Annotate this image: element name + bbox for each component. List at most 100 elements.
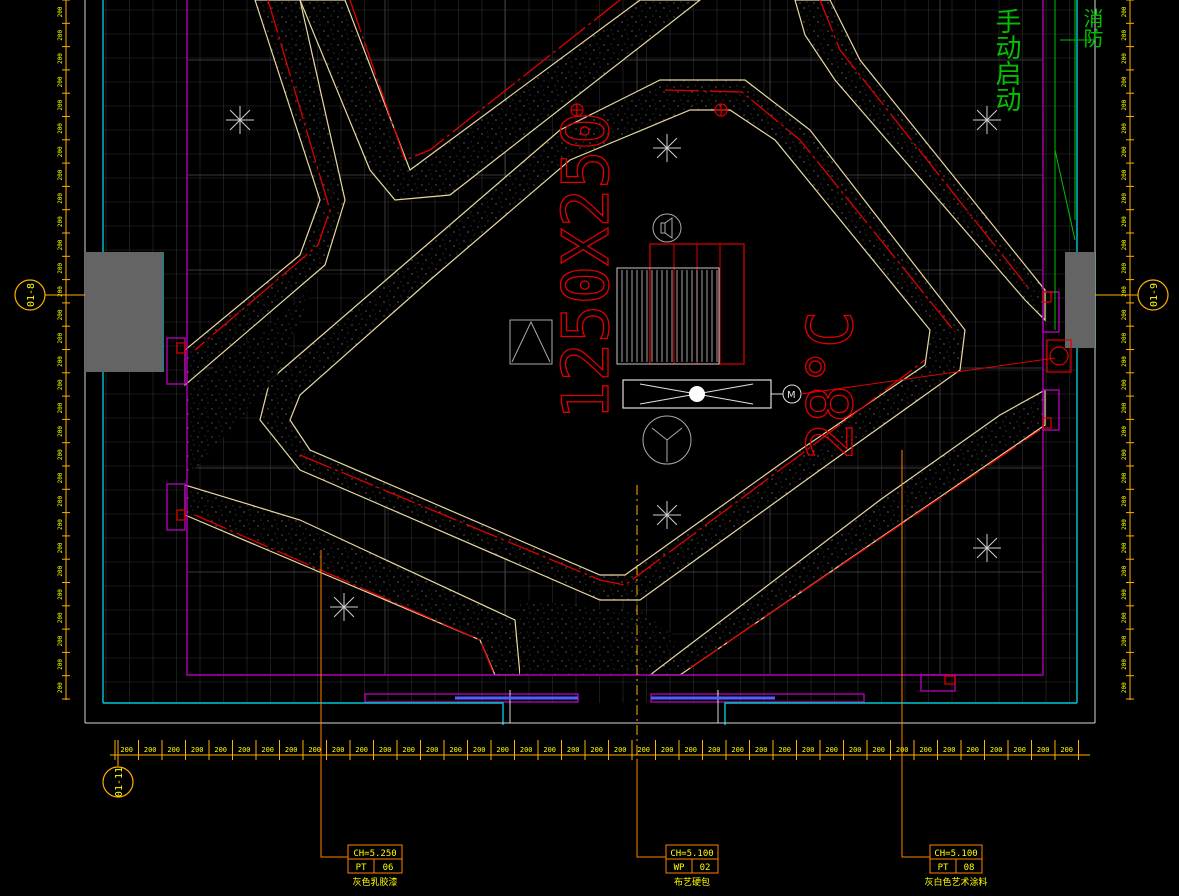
dimension-label: 200 bbox=[755, 746, 768, 754]
dimension-label: 200 bbox=[849, 746, 862, 754]
dimension-label: 200 bbox=[684, 746, 697, 754]
dimension-label: 200 bbox=[1121, 123, 1128, 134]
dimension-label: 200 bbox=[57, 426, 64, 437]
svg-text:01-8: 01-8 bbox=[26, 283, 37, 307]
dimension-label: 200 bbox=[57, 542, 64, 553]
dimension-label: 200 bbox=[614, 746, 627, 754]
dimension-label: 200 bbox=[191, 746, 204, 754]
svg-text:布艺硬包: 布艺硬包 bbox=[674, 876, 710, 888]
dimension-label: 200 bbox=[1121, 612, 1128, 623]
dimension-label: 200 bbox=[57, 309, 64, 320]
dimension-label: 200 bbox=[1121, 565, 1128, 576]
dimension-label: 200 bbox=[1121, 449, 1128, 460]
svg-text:灰色乳胶漆: 灰色乳胶漆 bbox=[352, 876, 397, 888]
svg-text:PT: PT bbox=[356, 863, 367, 873]
green-annotation-2: 消防 bbox=[1080, 8, 1104, 48]
dimension-label: 200 bbox=[1121, 169, 1128, 180]
svg-text:06: 06 bbox=[383, 863, 394, 873]
dimension-label: 200 bbox=[1121, 659, 1128, 670]
dimension-label: 200 bbox=[520, 746, 533, 754]
dimension-label: 200 bbox=[1121, 635, 1128, 646]
dimension-label: 200 bbox=[1121, 519, 1128, 530]
dimension-label: 200 bbox=[57, 379, 64, 390]
dimension-label: 200 bbox=[167, 746, 180, 754]
dimension-label: 200 bbox=[57, 332, 64, 343]
dimension-label: 200 bbox=[332, 746, 345, 754]
dimension-label: 200 bbox=[1121, 6, 1128, 17]
dimension-label: 200 bbox=[1121, 356, 1128, 367]
dimension-label: 200 bbox=[402, 746, 415, 754]
ceiling-tag-2: CH=5.100 WP 02 布艺硬包 bbox=[665, 844, 719, 888]
dimension-label: 200 bbox=[57, 402, 64, 413]
dimension-label: 200 bbox=[778, 746, 791, 754]
dimension-label: 200 bbox=[57, 29, 64, 40]
dimension-label: 200 bbox=[990, 746, 1003, 754]
dimension-label: 200 bbox=[496, 746, 509, 754]
dimension-label: 200 bbox=[449, 746, 462, 754]
dimension-label: 200 bbox=[1121, 472, 1128, 483]
dimension-label: 200 bbox=[57, 262, 64, 273]
dimension-label: 200 bbox=[1121, 379, 1128, 390]
dimension-label: 200 bbox=[426, 746, 439, 754]
dimension-label: 200 bbox=[57, 565, 64, 576]
dimension-label: 200 bbox=[57, 169, 64, 180]
svg-text:01-11: 01-11 bbox=[114, 767, 125, 797]
dimension-label: 200 bbox=[57, 356, 64, 367]
svg-text:CH=5.100: CH=5.100 bbox=[670, 849, 713, 859]
dimension-label: 200 bbox=[1121, 99, 1128, 110]
dimension-label: 200 bbox=[57, 76, 64, 87]
dimension-label: 200 bbox=[1121, 589, 1128, 600]
dimension-label: 200 bbox=[57, 216, 64, 227]
dimension-label: 200 bbox=[590, 746, 603, 754]
svg-text:CH=5.100: CH=5.100 bbox=[934, 849, 977, 859]
svg-text:01-9: 01-9 bbox=[1149, 283, 1160, 307]
axis-marker-left: 01-8 bbox=[14, 279, 85, 311]
ruler-bottom: 200 200 200 200 200 200 200 200 200 200 200 200 200 2… bbox=[110, 740, 1090, 760]
dimension-label: 200 bbox=[57, 239, 64, 250]
dimension-label: 200 bbox=[943, 746, 956, 754]
dimension-label: 200 bbox=[1121, 426, 1128, 437]
dimension-label: 200 bbox=[731, 746, 744, 754]
dimension-label: 200 bbox=[379, 746, 392, 754]
dimension-label: 200 bbox=[1013, 746, 1026, 754]
svg-text:WP: WP bbox=[674, 863, 685, 873]
dimension-label: 200 bbox=[1121, 76, 1128, 87]
svg-text:02: 02 bbox=[700, 863, 711, 873]
dimension-label: 200 bbox=[661, 746, 674, 754]
dimension-label: 200 bbox=[1121, 216, 1128, 227]
dimension-label: 200 bbox=[825, 746, 838, 754]
svg-text:PT: PT bbox=[938, 863, 949, 873]
dimension-label: 200 bbox=[57, 449, 64, 460]
dimension-label: 200 bbox=[285, 746, 298, 754]
temperature-label: 28°C bbox=[794, 311, 867, 460]
dimension-label: 200 bbox=[1037, 746, 1050, 754]
svg-text:CH=5.250: CH=5.250 bbox=[353, 849, 396, 859]
dimension-label: 200 bbox=[238, 746, 251, 754]
dimension-label: 200 bbox=[261, 746, 274, 754]
svg-text:08: 08 bbox=[964, 863, 975, 873]
dimension-label: 200 bbox=[1121, 682, 1128, 693]
ruler-right: 200 200 200 200 200 200 200 200 200 200 200 200 200 2… bbox=[1121, 0, 1134, 700]
dimension-label: 200 bbox=[57, 472, 64, 483]
dimension-label: 200 bbox=[1060, 746, 1073, 754]
dimension-label: 200 bbox=[57, 495, 64, 506]
dimension-label: 200 bbox=[802, 746, 815, 754]
dimension-label: 200 bbox=[57, 53, 64, 64]
strip-bottom-centre-fill bbox=[520, 600, 680, 675]
dimension-label: 200 bbox=[919, 746, 932, 754]
column-left bbox=[85, 252, 163, 372]
dimension-label: 200 bbox=[57, 519, 64, 530]
dimension-label: 200 bbox=[567, 746, 580, 754]
dimension-label: 200 bbox=[144, 746, 157, 754]
dimension-label: 200 bbox=[543, 746, 556, 754]
cad-floor-plan: 手动启动 消防 M 1250X250 28°C 2002002002002002… bbox=[14, 0, 1169, 888]
dimension-label: 200 bbox=[214, 746, 227, 754]
axis-marker-right: 01-9 bbox=[1095, 279, 1169, 311]
dimension-label: 200 bbox=[1121, 239, 1128, 250]
dimension-label: 200 bbox=[57, 612, 64, 623]
dimension-label: 200 bbox=[1121, 146, 1128, 157]
dimension-label: 200 bbox=[308, 746, 321, 754]
dimension-label: 200 bbox=[1121, 262, 1128, 273]
svg-text:灰白色艺术涂料: 灰白色艺术涂料 bbox=[924, 876, 987, 888]
ceiling-tag-3: CH=5.100 PT 08 灰白色艺术涂料 bbox=[924, 844, 988, 888]
